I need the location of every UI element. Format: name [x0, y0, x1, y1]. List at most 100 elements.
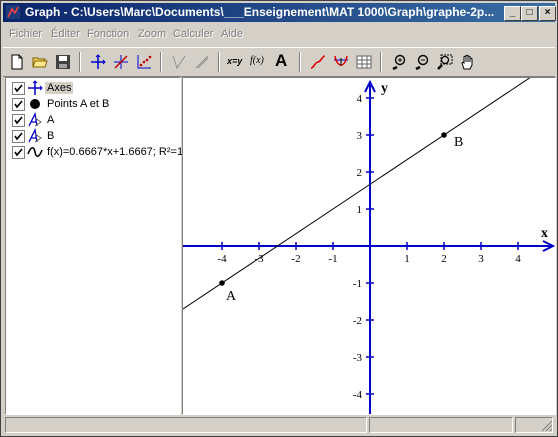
new-file-icon — [11, 54, 23, 70]
label-icon — [28, 112, 42, 127]
y-axis-label: y — [381, 81, 388, 96]
y-tick-label: 3 — [357, 130, 363, 142]
tree-item-label: Axes — [45, 82, 74, 94]
x-tick-label: 4 — [515, 253, 521, 265]
insert-relation-button[interactable]: x=y — [226, 51, 248, 73]
y-tick-label: 2 — [357, 167, 363, 179]
open-file-button[interactable] — [29, 51, 51, 73]
status-bar — [3, 415, 555, 434]
open-folder-icon — [32, 57, 48, 68]
title-bar[interactable]: Graph - C:\Users\Marc\Documents\___Ensei… — [3, 3, 556, 22]
graph-canvas[interactable]: x y -4 -3 -2 -1 1 2 3 4 4 3 2 1 -1 -2 -3 -4 A B — [183, 78, 555, 414]
visibility-checkbox[interactable] — [12, 82, 25, 95]
y-tick-label: 1 — [357, 204, 363, 216]
x-tick-label: -3 — [254, 253, 264, 265]
minimize-button[interactable]: _ — [504, 6, 521, 21]
table-icon — [356, 55, 372, 69]
function-list-panel: Axes Points A et B A B f(x)=0.6667*x+1.6… — [5, 77, 184, 415]
table-button[interactable] — [353, 51, 375, 73]
evaluate-button[interactable] — [330, 51, 352, 73]
function-curve-icon — [310, 55, 326, 69]
zoom-window-icon — [437, 54, 453, 70]
app-icon — [6, 5, 20, 19]
x-tick-label: 1 — [404, 253, 410, 265]
zoom-window-button[interactable] — [434, 51, 456, 73]
visibility-checkbox[interactable] — [12, 98, 25, 111]
intersection-icon — [114, 55, 128, 69]
menu-fichier[interactable]: Fichier — [9, 28, 42, 40]
toolbar-separator — [160, 52, 162, 72]
toolbar-separator — [218, 52, 220, 72]
insert-function-button[interactable]: f(x) — [249, 51, 271, 73]
new-file-button[interactable] — [6, 51, 28, 73]
tangent-icon — [172, 55, 186, 70]
y-tick-label: -3 — [353, 352, 363, 364]
point-series-button[interactable] — [133, 51, 155, 73]
y-tick-label: -2 — [353, 315, 362, 327]
evaluate-icon — [334, 55, 348, 66]
toolbar-separator — [79, 52, 81, 72]
label-icon — [28, 128, 42, 143]
y-tick-label: -1 — [353, 278, 362, 290]
axes-icon — [28, 80, 43, 95]
tree-item-label: Points A et B — [47, 98, 110, 110]
tangent-button[interactable] — [168, 51, 190, 73]
axes-button[interactable] — [87, 51, 109, 73]
close-button[interactable]: × — [539, 6, 556, 21]
visibility-checkbox[interactable] — [12, 130, 25, 143]
window-title: Graph - C:\Users\Marc\Documents\___Ensei… — [25, 5, 495, 19]
xy-label: x=y — [227, 56, 243, 66]
tree-item-label: A — [47, 114, 55, 126]
menu-fonction[interactable]: Fonction — [87, 28, 129, 40]
menu-aide[interactable]: Aide — [221, 28, 243, 40]
fx-label: f(x) — [250, 55, 264, 66]
menu-bar: Fichier Éditer Fonction Zoom Calculer Ai… — [3, 25, 555, 45]
application-window: Graph - C:\Users\Marc\Documents\___Ensei… — [0, 0, 558, 437]
relation-button[interactable] — [191, 51, 213, 73]
zoom-in-icon — [392, 54, 406, 70]
save-icon — [56, 55, 70, 69]
point-series-icon — [137, 55, 152, 69]
zoom-in-button[interactable] — [388, 51, 410, 73]
y-tick-label: 4 — [357, 93, 363, 105]
point-label-a: A — [226, 289, 237, 304]
visibility-checkbox[interactable] — [12, 114, 25, 127]
insert-curve-button[interactable] — [307, 51, 329, 73]
point-b[interactable] — [441, 132, 447, 138]
tree-item-label: B — [47, 130, 55, 142]
x-tick-label: 3 — [478, 253, 484, 265]
move-hand-icon — [461, 54, 473, 70]
status-panel-main — [5, 417, 367, 433]
graph-area[interactable]: x y -4 -3 -2 -1 1 2 3 4 4 3 2 1 -1 -2 -3 -4 A B — [182, 77, 556, 415]
save-button[interactable] — [52, 51, 74, 73]
point-label-b: B — [454, 135, 463, 150]
tree-item-label: f(x)=0.6667*x+1.6667; R²=1 — [47, 146, 184, 158]
status-panel-coords — [369, 417, 513, 433]
resize-grip-icon[interactable] — [541, 420, 553, 432]
toolbar-separator — [299, 52, 301, 72]
point-a[interactable] — [219, 280, 225, 286]
menu-calculer[interactable]: Calculer — [173, 28, 213, 40]
x-tick-label: 2 — [441, 253, 447, 265]
insert-text-button[interactable]: A — [272, 51, 294, 73]
intersection-button[interactable] — [110, 51, 132, 73]
visibility-checkbox[interactable] — [12, 146, 25, 159]
curve-icon — [27, 147, 43, 157]
x-tick-label: -2 — [291, 253, 300, 265]
y-tick-label: -4 — [353, 389, 363, 401]
menu-editer[interactable]: Éditer — [51, 28, 80, 40]
x-tick-label: -1 — [328, 253, 337, 265]
zoom-out-icon — [415, 54, 429, 70]
menu-zoom[interactable]: Zoom — [138, 28, 166, 40]
axes-icon — [91, 54, 106, 69]
toolbar: x=y f(x) A — [3, 47, 555, 77]
zoom-out-button[interactable] — [411, 51, 433, 73]
move-button[interactable] — [457, 51, 479, 73]
x-axis-label: x — [541, 226, 548, 241]
toolbar-separator — [380, 52, 382, 72]
x-tick-label: -4 — [217, 253, 227, 265]
maximize-button[interactable]: □ — [521, 6, 538, 21]
text-label: A — [275, 51, 288, 70]
point-dot-icon — [30, 99, 40, 109]
relation-icon — [195, 55, 209, 69]
